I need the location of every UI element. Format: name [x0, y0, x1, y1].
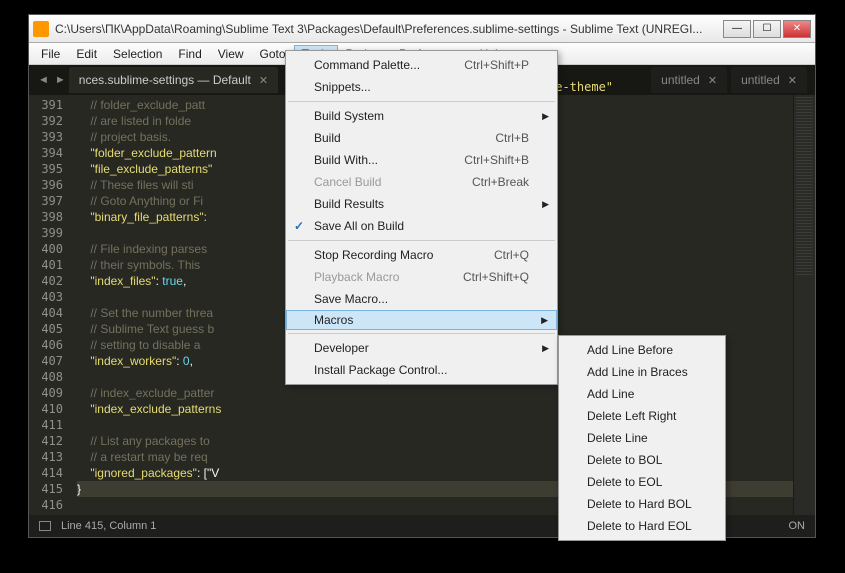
menu-item-label: Stop Recording Macro	[314, 248, 433, 262]
tab-scroll-right-icon[interactable]: ►	[52, 74, 69, 86]
menu-item-label: Build With...	[314, 153, 378, 167]
menu-item-build-results[interactable]: Build Results ▶	[286, 193, 557, 215]
menu-item-label: Build Results	[314, 197, 384, 211]
menu-item-build-system[interactable]: Build System ▶	[286, 105, 557, 127]
status-right: ON	[789, 520, 806, 532]
macro-item-label: Add Line in Braces	[587, 365, 688, 379]
menu-item-label: Build	[314, 131, 341, 145]
status-position: Line 415, Column 1	[61, 520, 156, 532]
menu-item-label: Macros	[314, 313, 353, 327]
menu-item-snippets[interactable]: Snippets...	[286, 76, 557, 98]
macro-item-add-line[interactable]: Add Line	[559, 383, 725, 405]
menu-view[interactable]: View	[210, 45, 252, 63]
tab[interactable]: nces.sublime-settings — Default ✕	[69, 67, 278, 93]
menu-item-label: Save All on Build	[314, 219, 404, 233]
macro-item-label: Delete to Hard EOL	[587, 519, 692, 533]
menu-item-label: Cancel Build	[314, 175, 381, 189]
menu-selection[interactable]: Selection	[105, 45, 170, 63]
tab[interactable]: untitled ✕	[731, 67, 807, 93]
tab-close-icon[interactable]: ✕	[259, 74, 268, 87]
menu-shortcut: Ctrl+Shift+B	[434, 153, 529, 167]
menu-item-label: Snippets...	[314, 80, 371, 94]
menu-item-save-all-on-build[interactable]: ✓ Save All on Build	[286, 215, 557, 237]
menu-item-cancel-build: Cancel Build Ctrl+Break	[286, 171, 557, 193]
menu-file[interactable]: File	[33, 45, 68, 63]
macro-item-label: Delete Line	[587, 431, 648, 445]
menu-item-label: Save Macro...	[314, 292, 388, 306]
macro-item-add-line-in-braces[interactable]: Add Line in Braces	[559, 361, 725, 383]
macro-item-delete-to-hard-eol[interactable]: Delete to Hard EOL	[559, 515, 725, 537]
minimap[interactable]	[793, 95, 815, 515]
tab[interactable]: untitled ✕	[651, 67, 727, 93]
submenu-arrow-icon: ▶	[542, 111, 549, 122]
menu-item-command-palette[interactable]: Command Palette... Ctrl+Shift+P	[286, 54, 557, 76]
macro-item-label: Add Line	[587, 387, 634, 401]
window-title: C:\Users\ПК\AppData\Roaming\Sublime Text…	[55, 22, 721, 36]
close-button[interactable]: ✕	[783, 20, 811, 38]
menu-separator	[288, 240, 555, 241]
menu-item-build-with[interactable]: Build With... Ctrl+Shift+B	[286, 149, 557, 171]
menu-item-macros[interactable]: Macros ▶	[286, 310, 557, 330]
macro-item-delete-to-eol[interactable]: Delete to EOL	[559, 471, 725, 493]
submenu-arrow-icon: ▶	[542, 199, 549, 210]
minimize-button[interactable]: —	[723, 20, 751, 38]
macro-item-delete-to-bol[interactable]: Delete to BOL	[559, 449, 725, 471]
menu-item-developer[interactable]: Developer ▶	[286, 337, 557, 359]
macro-item-label: Delete Left Right	[587, 409, 676, 423]
menu-edit[interactable]: Edit	[68, 45, 105, 63]
macro-item-label: Delete to BOL	[587, 453, 662, 467]
menu-item-build[interactable]: Build Ctrl+B	[286, 127, 557, 149]
tools-menu-dropdown: Command Palette... Ctrl+Shift+P Snippets..…	[285, 50, 558, 385]
window-controls: — ☐ ✕	[721, 20, 811, 38]
line-gutter: 391 392 393 394 395 396 397 398 399 400 …	[29, 95, 71, 515]
menu-item-label: Playback Macro	[314, 270, 399, 284]
menu-shortcut: Ctrl+B	[465, 131, 529, 145]
maximize-button[interactable]: ☐	[753, 20, 781, 38]
macro-item-label: Add Line Before	[587, 343, 673, 357]
tab-close-icon[interactable]: ✕	[788, 74, 797, 87]
macros-submenu-dropdown: Add Line Before Add Line in Braces Add Lin…	[558, 335, 726, 541]
submenu-arrow-icon: ▶	[542, 343, 549, 354]
menu-item-stop-recording-macro[interactable]: Stop Recording Macro Ctrl+Q	[286, 244, 557, 266]
titlebar[interactable]: C:\Users\ПК\AppData\Roaming\Sublime Text…	[29, 15, 815, 43]
macro-item-delete-to-hard-bol[interactable]: Delete to Hard BOL	[559, 493, 725, 515]
menu-item-save-macro[interactable]: Save Macro...	[286, 288, 557, 310]
menu-separator	[288, 101, 555, 102]
tab-label: nces.sublime-settings — Default	[79, 73, 251, 87]
minimap-thumb	[796, 97, 813, 277]
tab-scroll-left-icon[interactable]: ◄	[35, 74, 52, 86]
macro-item-label: Delete to EOL	[587, 475, 662, 489]
macro-item-label: Delete to Hard BOL	[587, 497, 692, 511]
menu-item-label: Developer	[314, 341, 369, 355]
menu-find[interactable]: Find	[170, 45, 209, 63]
menu-separator	[288, 333, 555, 334]
panel-toggle-icon[interactable]	[39, 521, 51, 531]
check-icon: ✓	[294, 219, 304, 233]
app-icon	[33, 21, 49, 37]
macro-item-add-line-before[interactable]: Add Line Before	[559, 339, 725, 361]
menu-item-install-package-control[interactable]: Install Package Control...	[286, 359, 557, 381]
menu-item-label: Build System	[314, 109, 384, 123]
menu-shortcut: Ctrl+Break	[442, 175, 529, 189]
tab-label: untitled	[661, 73, 700, 87]
macro-item-delete-left-right[interactable]: Delete Left Right	[559, 405, 725, 427]
menu-shortcut: Ctrl+Q	[464, 248, 529, 262]
macro-item-delete-line[interactable]: Delete Line	[559, 427, 725, 449]
menu-item-playback-macro: Playback Macro Ctrl+Shift+Q	[286, 266, 557, 288]
menu-shortcut: Ctrl+Shift+Q	[433, 270, 529, 284]
submenu-arrow-icon: ▶	[541, 315, 548, 326]
menu-item-label: Command Palette...	[314, 58, 420, 72]
menu-shortcut: Ctrl+Shift+P	[434, 58, 529, 72]
menu-item-label: Install Package Control...	[314, 363, 447, 377]
tab-label: untitled	[741, 73, 780, 87]
tab-close-icon[interactable]: ✕	[708, 74, 717, 87]
